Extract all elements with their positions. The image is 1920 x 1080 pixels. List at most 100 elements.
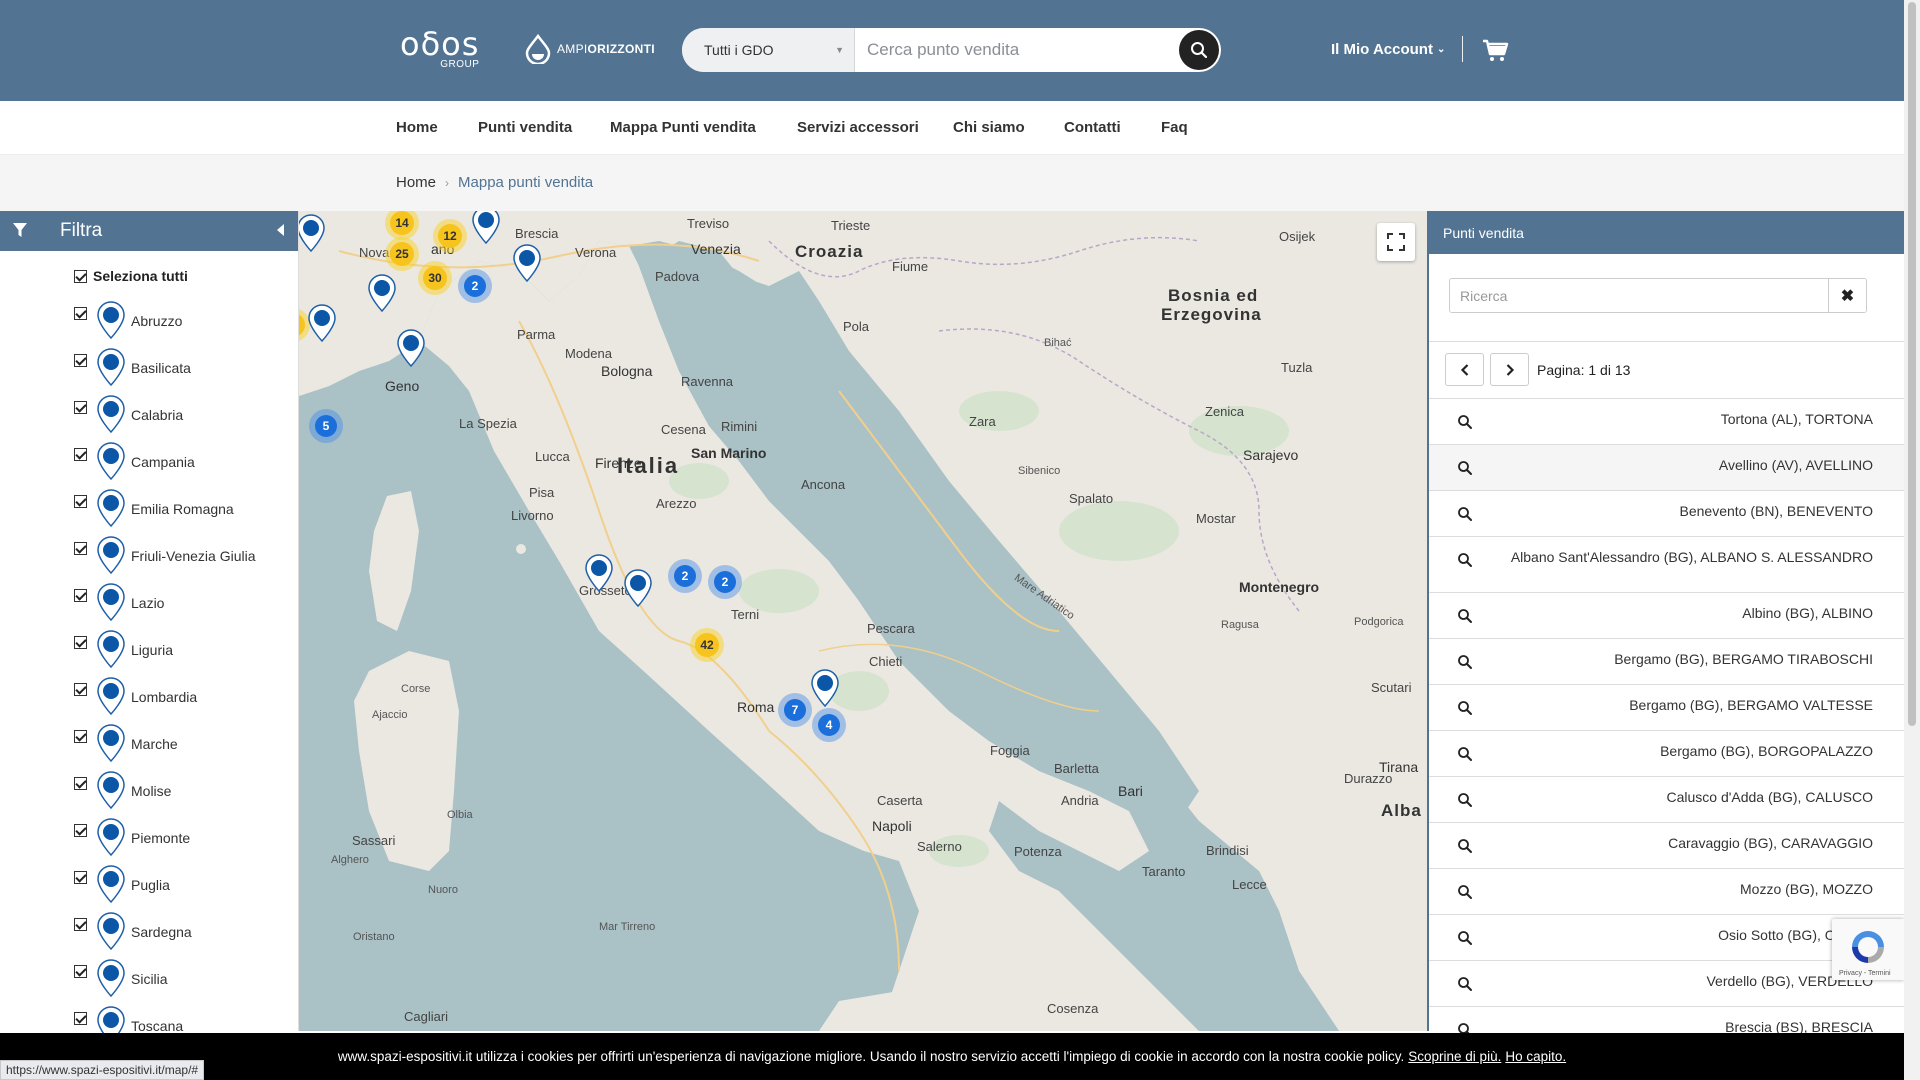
store-search-input[interactable] xyxy=(855,28,1179,72)
map-pin-icon[interactable] xyxy=(299,213,326,253)
region-filter-item[interactable]: Basilicata xyxy=(74,346,294,393)
checkbox-icon[interactable] xyxy=(74,636,87,649)
nav-home[interactable]: Home xyxy=(396,119,438,136)
map-cluster-marker[interactable]: 2 xyxy=(458,269,492,303)
previous-page-button[interactable] xyxy=(1445,353,1484,386)
map-pin-icon[interactable] xyxy=(396,328,426,368)
map-cluster-marker[interactable]: 42 xyxy=(690,628,724,662)
region-filter-item[interactable]: Campania xyxy=(74,440,294,487)
map-cluster-marker[interactable]: 5 xyxy=(309,409,343,443)
map-cluster-marker[interactable]: 2 xyxy=(668,559,702,593)
region-filter-item[interactable]: Abruzzo xyxy=(74,299,294,346)
checkbox-icon[interactable] xyxy=(74,269,87,283)
map-cluster-marker[interactable]: 4 xyxy=(812,708,846,742)
store-list-item[interactable]: Albino (BG), ALBINO xyxy=(1429,592,1904,638)
checkbox-icon[interactable] xyxy=(74,824,87,837)
account-menu[interactable]: Il Mio Account ⌄ xyxy=(1331,41,1445,58)
collapse-panel-icon[interactable] xyxy=(277,224,284,236)
checkbox-icon[interactable] xyxy=(74,542,87,555)
search-icon[interactable] xyxy=(1457,654,1473,670)
checkbox-icon[interactable] xyxy=(74,401,87,414)
store-list-item[interactable]: Mozzo (BG), MOZZO xyxy=(1429,868,1904,914)
region-filter-item[interactable]: Sardegna xyxy=(74,910,294,957)
checkbox-icon[interactable] xyxy=(74,683,87,696)
search-icon[interactable] xyxy=(1457,506,1473,522)
map-cluster-marker[interactable]: 12 xyxy=(433,219,467,253)
store-list-item[interactable]: Bergamo (BG), BERGAMO TIRABOSCHI xyxy=(1429,638,1904,684)
map-pin-icon[interactable] xyxy=(471,211,501,245)
ampi-orizzonti-logo[interactable]: AMPIORIZZONTI xyxy=(523,34,655,64)
search-icon[interactable] xyxy=(1457,460,1473,476)
region-filter-item[interactable]: Friuli-Venezia Giulia xyxy=(74,534,294,581)
checkbox-icon[interactable] xyxy=(74,1012,87,1025)
search-icon[interactable] xyxy=(1457,838,1473,854)
map-cluster-marker[interactable]: 25 xyxy=(385,237,419,271)
checkbox-icon[interactable] xyxy=(74,871,87,884)
store-map[interactable]: Italia Croazia Bosnia ed Erzegovina Mont… xyxy=(299,211,1427,1031)
region-filter-item[interactable]: Calabria xyxy=(74,393,294,440)
search-icon[interactable] xyxy=(1457,552,1473,568)
checkbox-icon[interactable] xyxy=(74,354,87,367)
region-filter-item[interactable]: Emilia Romagna xyxy=(74,487,294,534)
cart-icon[interactable] xyxy=(1481,36,1509,64)
store-list-item[interactable]: Bergamo (BG), BORGOPALAZZO xyxy=(1429,730,1904,776)
search-icon[interactable] xyxy=(1457,930,1473,946)
store-list-item[interactable]: Caravaggio (BG), CARAVAGGIO xyxy=(1429,822,1904,868)
map-cluster-marker[interactable]: 30 xyxy=(418,261,452,295)
checkbox-icon[interactable] xyxy=(74,307,87,320)
breadcrumb-home[interactable]: Home xyxy=(396,174,436,191)
checkbox-icon[interactable] xyxy=(74,589,87,602)
search-icon[interactable] xyxy=(1457,700,1473,716)
map-cluster-marker[interactable]: 7 xyxy=(778,693,812,727)
checkbox-icon[interactable] xyxy=(74,965,87,978)
store-list-item[interactable]: Avellino (AV), AVELLINO xyxy=(1429,444,1904,490)
checkbox-icon[interactable] xyxy=(74,918,87,931)
checkbox-icon[interactable] xyxy=(74,495,87,508)
region-filter-item[interactable]: Marche xyxy=(74,722,294,769)
map-pin-icon[interactable] xyxy=(810,668,840,708)
recaptcha-text[interactable]: Privacy - Termini xyxy=(1839,970,1891,977)
store-list-item[interactable]: Bergamo (BG), BERGAMO VALTESSE xyxy=(1429,684,1904,730)
scrollbar-thumb[interactable] xyxy=(1908,2,1916,726)
nav-faq[interactable]: Faq xyxy=(1161,119,1188,136)
nav-punti-vendita[interactable]: Punti vendita xyxy=(478,119,572,136)
region-filter-item[interactable]: Lazio xyxy=(74,581,294,628)
fullscreen-button[interactable] xyxy=(1377,223,1415,261)
store-list-item[interactable]: Calusco d'Adda (BG), CALUSCO xyxy=(1429,776,1904,822)
search-icon[interactable] xyxy=(1457,746,1473,762)
recaptcha-badge[interactable]: Privacy - Termini xyxy=(1832,919,1904,980)
checkbox-icon[interactable] xyxy=(74,777,87,790)
search-icon[interactable] xyxy=(1457,884,1473,900)
search-icon[interactable] xyxy=(1457,792,1473,808)
region-filter-item[interactable]: Molise xyxy=(74,769,294,816)
map-pin-icon[interactable] xyxy=(512,243,542,283)
cookie-accept-link[interactable]: Ho capito. xyxy=(1505,1049,1566,1064)
search-icon[interactable] xyxy=(1457,414,1473,430)
search-icon[interactable] xyxy=(1457,608,1473,624)
checkbox-icon[interactable] xyxy=(74,730,87,743)
region-filter-item[interactable]: Piemonte xyxy=(74,816,294,863)
map-pin-icon[interactable] xyxy=(623,568,653,608)
cookie-more-link[interactable]: Scoprine di più. xyxy=(1408,1049,1501,1064)
nav-contatti[interactable]: Contatti xyxy=(1064,119,1121,136)
store-list-search-input[interactable] xyxy=(1450,279,1828,312)
checkbox-icon[interactable] xyxy=(74,448,87,461)
page-scrollbar[interactable] xyxy=(1904,0,1920,1080)
select-all-checkbox[interactable]: Seleziona tutti xyxy=(74,268,188,284)
search-button[interactable] xyxy=(1179,30,1219,70)
map-pin-icon[interactable] xyxy=(367,273,397,313)
store-list-item[interactable]: Tortona (AL), TORTONA xyxy=(1429,398,1904,444)
odos-logo[interactable]: oδos GROUP xyxy=(400,28,479,70)
store-list-item[interactable]: Albano Sant'Alessandro (BG), ALBANO S. A… xyxy=(1429,536,1904,592)
store-list-item[interactable]: Benevento (BN), BENEVENTO xyxy=(1429,490,1904,536)
nav-chi-siamo[interactable]: Chi siamo xyxy=(953,119,1025,136)
search-icon[interactable] xyxy=(1457,976,1473,992)
map-cluster-marker[interactable]: 2 xyxy=(708,565,742,599)
map-pin-icon[interactable] xyxy=(584,553,614,593)
nav-servizi-accessori[interactable]: Servizi accessori xyxy=(797,119,919,136)
next-page-button[interactable] xyxy=(1490,353,1529,386)
region-filter-item[interactable]: Puglia xyxy=(74,863,294,910)
region-filter-item[interactable]: Sicilia xyxy=(74,957,294,1004)
gdo-select[interactable]: Tutti i GDO ▼ xyxy=(682,28,855,72)
map-pin-icon[interactable] xyxy=(307,303,337,343)
